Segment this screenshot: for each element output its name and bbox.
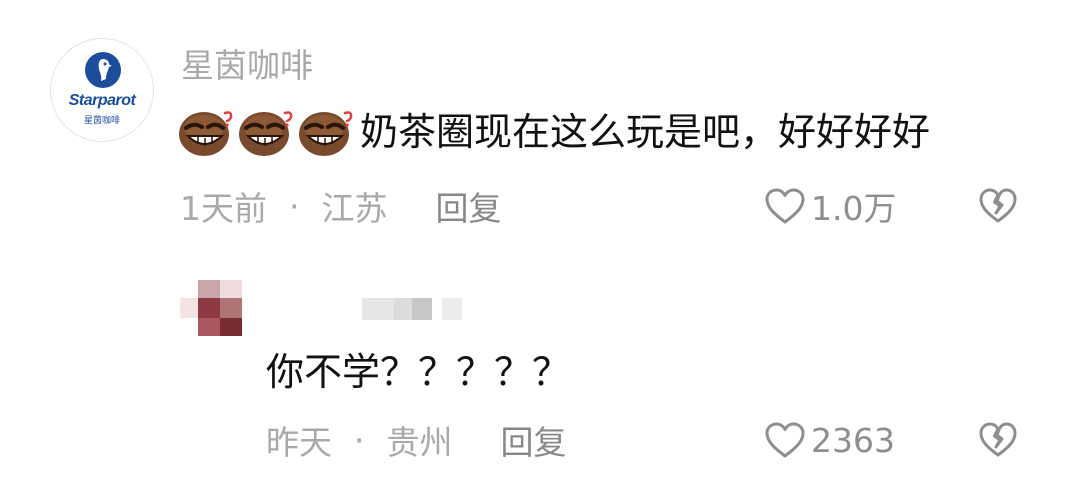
avatar-pixel	[220, 280, 242, 298]
reply-location: 贵州	[386, 423, 453, 462]
reply-button[interactable]: 回复	[436, 182, 502, 230]
avatar-pixel	[220, 298, 242, 318]
brand-subtitle: 星茵咖啡	[83, 116, 120, 126]
comment-meta: 1天前 · 江苏 回复	[180, 182, 502, 230]
comment-location: 江苏	[321, 189, 388, 228]
heart-outline-icon	[765, 422, 805, 458]
avatar-pixel	[198, 280, 220, 298]
reply-comment-text: 你不学？？？？？	[266, 350, 571, 394]
redaction-block	[362, 298, 394, 320]
comment-text: 奶茶圈现在这么玩是吧，好好好好	[360, 110, 931, 154]
meta-separator: ·	[354, 420, 365, 460]
reply-time: 昨天	[266, 423, 332, 462]
reply-button[interactable]: 回复	[501, 416, 567, 464]
comment-time: 1天前	[180, 189, 267, 228]
redaction-block	[394, 298, 412, 320]
comment-username[interactable]: 星茵咖啡	[181, 44, 313, 88]
like-count: 1.0万	[811, 189, 897, 228]
avatar-pixel	[180, 298, 198, 318]
like-count: 2363	[811, 420, 895, 460]
like-button[interactable]: 1.0万	[763, 184, 896, 228]
grinning-brown-face-emoji	[238, 106, 296, 158]
brand-wordmark: Starparot	[68, 92, 136, 109]
reply-meta: 昨天 · 贵州 回复	[266, 416, 567, 464]
grinning-brown-face-emoji	[178, 106, 236, 158]
avatar-pixelated[interactable]	[180, 280, 244, 338]
avatar-starparot[interactable]: Starparot 星茵咖啡	[50, 38, 154, 142]
parrot-logo-icon	[85, 52, 121, 88]
meta-separator: ·	[289, 186, 300, 226]
broken-heart-icon[interactable]	[978, 420, 1018, 460]
avatar-pixel	[198, 298, 220, 318]
like-button[interactable]: 2363	[763, 418, 895, 462]
avatar-pixel	[220, 318, 242, 336]
reply-username-redacted[interactable]	[362, 298, 462, 320]
redaction-block	[442, 298, 462, 320]
grinning-brown-face-emoji	[298, 106, 356, 158]
avatar-pixel	[198, 318, 220, 336]
comment-body: 奶茶圈现在这么玩是吧，好好好好	[178, 104, 930, 160]
redaction-block	[412, 298, 432, 320]
broken-heart-icon[interactable]	[978, 186, 1018, 226]
heart-outline-icon	[765, 188, 805, 224]
